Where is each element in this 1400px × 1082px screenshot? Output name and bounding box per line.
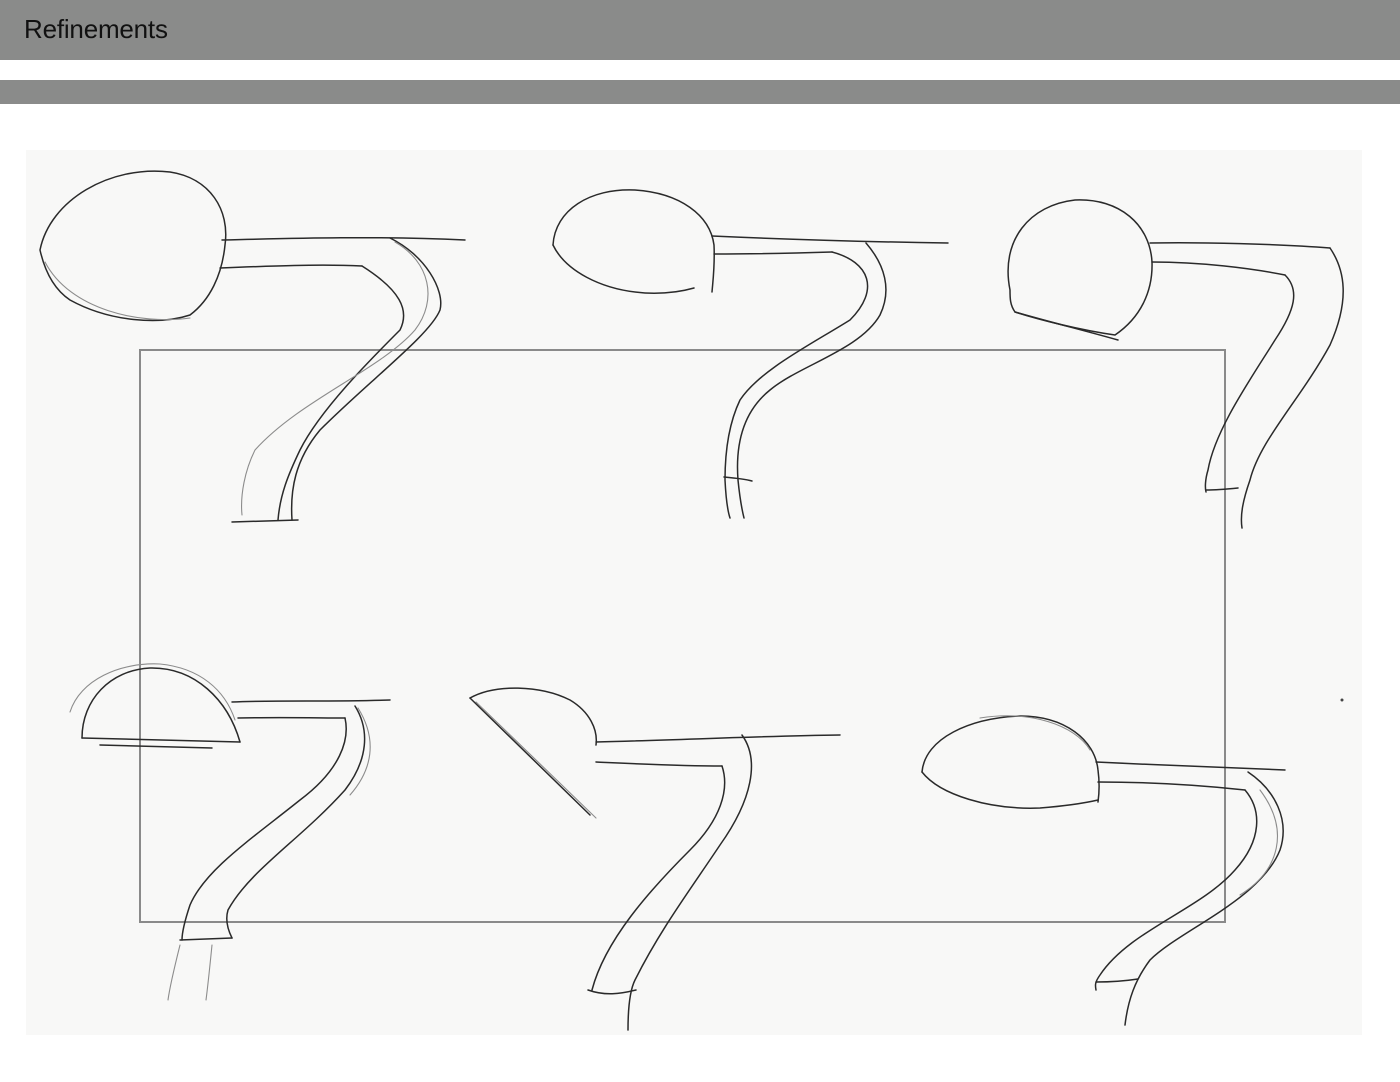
sketch-frame <box>139 349 1226 923</box>
lamp-sketch-4 <box>69 663 391 1001</box>
stray-mark <box>1340 698 1344 702</box>
lamp-sketch-6 <box>921 715 1286 1026</box>
lamp-sketch-5 <box>469 687 841 1031</box>
lamp-sketch-1 <box>39 170 466 523</box>
lamp-sketch-sheet <box>39 170 1344 1031</box>
lamp-sketch-2 <box>552 189 949 519</box>
lamp-sketch-3 <box>1007 199 1344 529</box>
